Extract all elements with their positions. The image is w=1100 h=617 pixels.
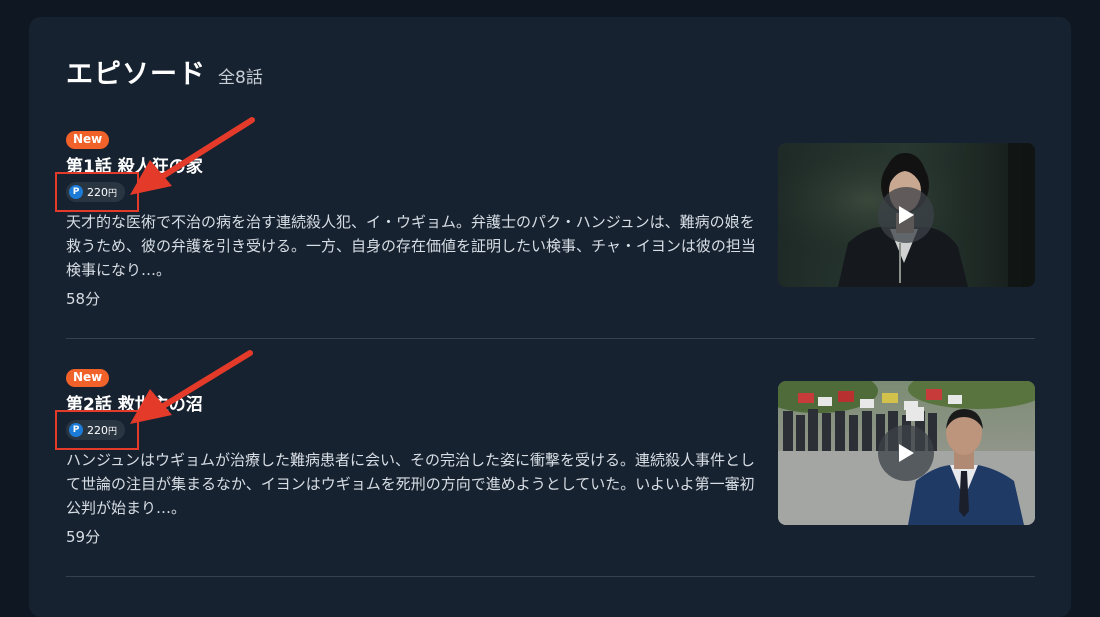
- episode-duration: 59分: [66, 528, 101, 546]
- play-button[interactable]: [878, 425, 934, 481]
- section-title: エピソード: [66, 59, 206, 90]
- episode-count: 全8話: [218, 68, 263, 88]
- section-header: エピソード 全8話: [66, 52, 263, 91]
- episode-item-2[interactable]: New 第2話 救世主の沼 P 220円 ハンジュンはウギョムが治療した難病患者…: [66, 366, 1035, 546]
- episode-description: 天才的な医術で不治の病を治す連続殺人犯、イ・ウギョム。弁護士のパク・ハンジュンは…: [66, 213, 756, 279]
- play-button[interactable]: [878, 187, 934, 243]
- episode-item-1[interactable]: New 第1話 殺人狂の家 P 220円 天才的な医術で不治の病を治す連続殺人犯…: [66, 128, 1035, 308]
- episode-panel: [29, 17, 1071, 617]
- episode-thumbnail[interactable]: [778, 143, 1035, 287]
- episode-thumbnail[interactable]: [778, 381, 1035, 525]
- episode-duration: 58分: [66, 290, 101, 308]
- play-icon: [899, 206, 914, 224]
- annotation-highlight-box: [55, 172, 139, 212]
- annotation-highlight-box: [55, 410, 139, 450]
- play-icon: [899, 444, 914, 462]
- new-badge: New: [66, 131, 110, 149]
- episode-description: ハンジュンはウギョムが治療した難病患者に会い、その完治した姿に衝撃を受ける。連続…: [66, 451, 755, 517]
- divider: [66, 338, 1035, 339]
- divider: [66, 576, 1035, 577]
- new-badge: New: [66, 369, 110, 387]
